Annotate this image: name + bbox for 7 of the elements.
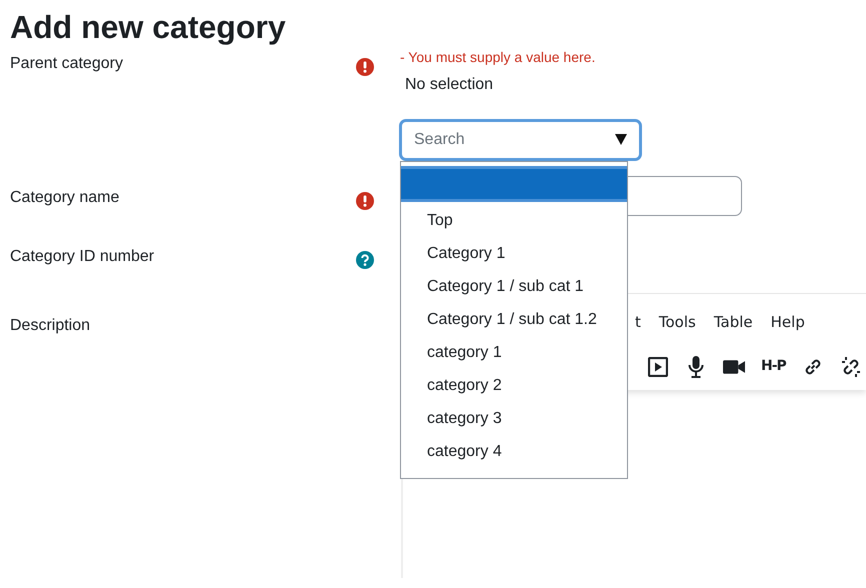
- page-heading: Add new category: [9, 8, 287, 47]
- field-label: Description: [9, 316, 92, 336]
- field-label: Category ID number: [9, 247, 156, 267]
- field-label: Parent category: [9, 54, 124, 74]
- field-label: Category name: [9, 188, 120, 208]
- error-message: - You must supply a value here.: [400, 48, 596, 67]
- selection-text: No selection: [404, 75, 494, 95]
